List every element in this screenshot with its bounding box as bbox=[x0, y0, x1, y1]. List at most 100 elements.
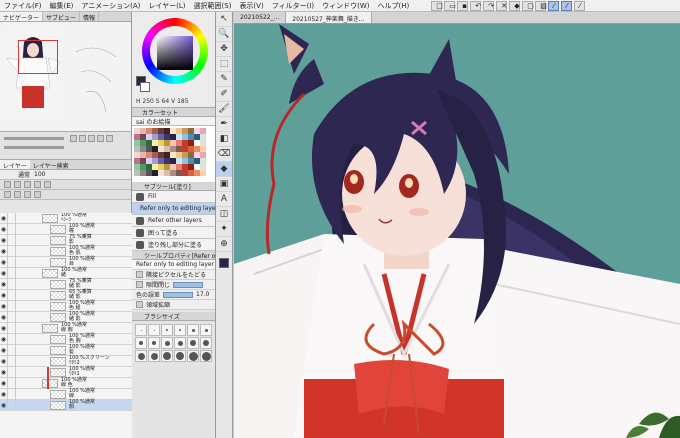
palette-swatch[interactable] bbox=[200, 170, 206, 176]
visibility-eye-icon[interactable]: ◉ bbox=[0, 278, 8, 290]
brush-size-option[interactable] bbox=[148, 337, 160, 349]
redo-icon[interactable]: ↷ bbox=[483, 0, 495, 11]
layer-row[interactable]: ◉ 100 %スクリーン ﾜﾀﾘ2 bbox=[0, 355, 132, 367]
layer-row[interactable]: ◉ 100 %通常色 腕 bbox=[0, 333, 132, 345]
rotate-icon[interactable] bbox=[97, 135, 104, 142]
lock-toggle-icon[interactable] bbox=[8, 388, 16, 400]
navigator-panel[interactable] bbox=[0, 22, 131, 132]
zoom-slider[interactable] bbox=[4, 137, 64, 140]
checkbox-icon[interactable] bbox=[136, 281, 143, 288]
tab-layer-search[interactable]: レイヤー検索 bbox=[30, 160, 72, 170]
snap-grid-icon[interactable]: ⁄ bbox=[574, 0, 586, 11]
lock-toggle-icon[interactable] bbox=[8, 322, 16, 334]
prop-area-scaling[interactable]: 領域拡縮 bbox=[132, 300, 215, 310]
visibility-eye-icon[interactable]: ◉ bbox=[0, 322, 8, 334]
lock-toggle-icon[interactable] bbox=[8, 366, 16, 378]
margin-slider[interactable] bbox=[163, 291, 194, 298]
menu-filter[interactable]: フィルター(I) bbox=[268, 1, 318, 11]
clear-icon[interactable]: ✕ bbox=[496, 0, 508, 11]
visibility-eye-icon[interactable]: ◉ bbox=[0, 344, 8, 356]
visibility-eye-icon[interactable]: ◉ bbox=[0, 234, 8, 246]
layer-row[interactable]: ◉ 75 %乗算影 bbox=[0, 234, 132, 246]
tab-info[interactable]: 情報 bbox=[80, 12, 100, 22]
subtool-fill[interactable]: Fill bbox=[132, 191, 215, 203]
brush-size-option[interactable] bbox=[187, 324, 199, 336]
lock-toggle-icon[interactable] bbox=[8, 267, 16, 279]
open-icon[interactable]: ▭ bbox=[444, 0, 456, 11]
frame-tool-icon[interactable]: ◫ bbox=[216, 207, 232, 222]
main-color-indicator[interactable] bbox=[219, 258, 229, 268]
brush-size-option[interactable] bbox=[174, 350, 186, 362]
select-all-icon[interactable]: ▨ bbox=[535, 0, 547, 11]
hand-tool-icon[interactable]: ✥ bbox=[216, 42, 232, 57]
menu-animation[interactable]: アニメーション(A) bbox=[77, 1, 144, 11]
layer-row[interactable]: ◉ 100 %通常顔 bbox=[0, 399, 132, 411]
zoom-tool-icon[interactable]: 🔍 bbox=[216, 27, 232, 42]
snap-ruler-icon[interactable]: ⁄ bbox=[548, 0, 560, 11]
subtool-refer-editing[interactable]: Refer only to editing layer bbox=[132, 203, 218, 215]
menu-window[interactable]: ウィンドウ(W) bbox=[318, 1, 373, 11]
saturation-value-square[interactable] bbox=[157, 36, 193, 70]
visibility-eye-icon[interactable]: ◉ bbox=[0, 289, 8, 301]
drawing-canvas[interactable] bbox=[234, 24, 680, 438]
lock-toggle-icon[interactable] bbox=[8, 311, 16, 323]
selection-tool-icon[interactable]: ⬚ bbox=[216, 57, 232, 72]
lock-toggle-icon[interactable] bbox=[8, 399, 16, 411]
lock-toggle-icon[interactable] bbox=[8, 333, 16, 345]
merge-icon[interactable] bbox=[24, 191, 31, 198]
move-tool-icon[interactable]: ↖ bbox=[216, 12, 232, 27]
layer-row[interactable]: ◉ 100 %通常色 肌 bbox=[0, 245, 132, 257]
zoom-in-icon[interactable] bbox=[79, 135, 86, 142]
prop-color-margin[interactable]: 色の誤差 17.0 bbox=[132, 290, 215, 300]
menu-help[interactable]: ヘルプ(H) bbox=[373, 1, 413, 11]
brush-size-option[interactable] bbox=[174, 324, 186, 336]
brush-size-option[interactable] bbox=[135, 350, 147, 362]
layer-row[interactable]: ◉ 100 %通常線 bbox=[0, 388, 132, 400]
fit-icon[interactable] bbox=[88, 135, 95, 142]
lock-toggle-icon[interactable] bbox=[8, 256, 16, 268]
undo-icon[interactable]: ↶ bbox=[470, 0, 482, 11]
brush-size-option[interactable] bbox=[200, 324, 212, 336]
prop-close-gap[interactable]: 隙間閉じ bbox=[132, 280, 215, 290]
brush-size-option[interactable] bbox=[161, 350, 173, 362]
brush-size-option[interactable] bbox=[174, 337, 186, 349]
brush-size-option[interactable] bbox=[187, 350, 199, 362]
brush-size-option[interactable] bbox=[148, 324, 160, 336]
lock-icon[interactable] bbox=[24, 181, 31, 188]
brush-tool-icon[interactable]: 🖌 bbox=[216, 102, 232, 117]
brush-size-option[interactable] bbox=[161, 337, 173, 349]
visibility-eye-icon[interactable]: ◉ bbox=[0, 366, 8, 378]
delete-layer-icon[interactable] bbox=[34, 191, 41, 198]
zoom-out-icon[interactable] bbox=[70, 135, 77, 142]
lock-toggle-icon[interactable] bbox=[8, 344, 16, 356]
brush-size-option[interactable] bbox=[148, 350, 160, 362]
eraser-tool-icon[interactable]: ⌫ bbox=[216, 147, 232, 162]
layer-row[interactable]: ◉ 100 %通常髪 bbox=[0, 344, 132, 356]
snap-special-ruler-icon[interactable]: ⁄ bbox=[561, 0, 573, 11]
lock-toggle-icon[interactable] bbox=[8, 245, 16, 257]
blend-mode-select[interactable]: 通常 bbox=[18, 170, 30, 179]
lock-toggle-icon[interactable] bbox=[8, 278, 16, 290]
layer-row[interactable]: ◉ 100 %通常線 腕 bbox=[0, 322, 132, 334]
gradient-tool-icon[interactable]: ▣ bbox=[216, 177, 232, 192]
rotate-slider[interactable] bbox=[4, 146, 64, 149]
visibility-eye-icon[interactable]: ◉ bbox=[0, 267, 8, 279]
lock-toggle-icon[interactable] bbox=[8, 355, 16, 367]
checkbox-icon[interactable] bbox=[136, 271, 143, 278]
visibility-eye-icon[interactable]: ◉ bbox=[0, 333, 8, 345]
brush-size-option[interactable] bbox=[135, 324, 147, 336]
lock-toggle-icon[interactable] bbox=[8, 377, 16, 389]
text-tool-icon[interactable]: A bbox=[216, 192, 232, 207]
mask-icon[interactable] bbox=[44, 181, 51, 188]
tab-canvas-2[interactable]: 20210527_神楽舞_描き... bbox=[286, 12, 372, 23]
subtool-refer-other[interactable]: Refer other layers bbox=[132, 215, 215, 227]
visibility-eye-icon[interactable]: ◉ bbox=[0, 245, 8, 257]
eyedropper-tool-icon[interactable]: ⊕ bbox=[216, 237, 232, 252]
layer-row[interactable]: ◉ 100 %通常色 紐 bbox=[0, 300, 132, 312]
visibility-eye-icon[interactable]: ◉ bbox=[0, 256, 8, 268]
new-file-icon[interactable]: □ bbox=[431, 0, 443, 11]
layer-row[interactable]: ◉ 100 %通常線 色 bbox=[0, 377, 132, 389]
visibility-eye-icon[interactable]: ◉ bbox=[0, 399, 8, 411]
clip-icon[interactable] bbox=[4, 181, 11, 188]
tab-canvas-1[interactable]: 20210522_... bbox=[234, 12, 287, 23]
